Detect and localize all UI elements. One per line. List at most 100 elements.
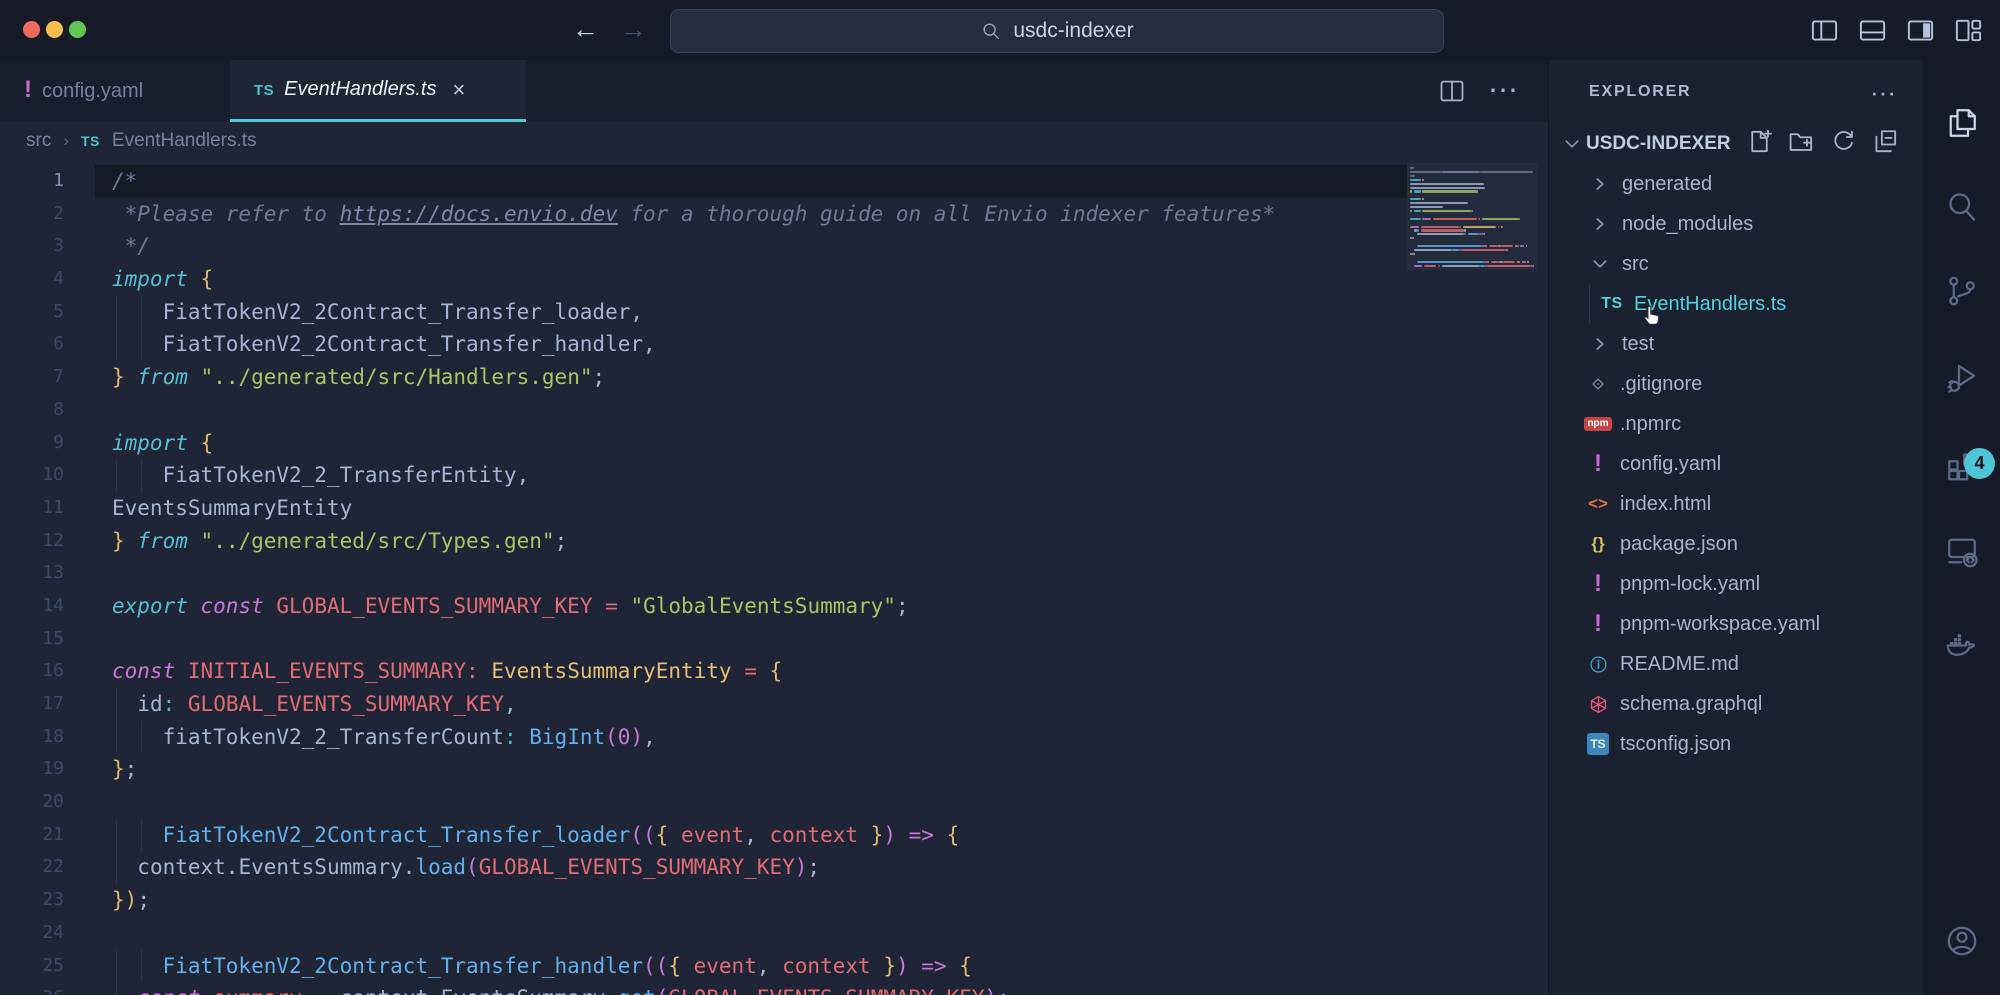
line-number: 24: [0, 917, 64, 950]
refresh-icon[interactable]: [1829, 127, 1858, 162]
activity-run-debug-icon[interactable]: [1923, 360, 2000, 406]
minimize-button[interactable]: [46, 21, 63, 38]
line-number: 14: [0, 590, 64, 623]
close-tab-icon[interactable]: ×: [452, 77, 465, 103]
line-number: 25: [0, 950, 64, 983]
minimap[interactable]: [1407, 163, 1537, 270]
sidebar-item-label: schema.graphql: [1620, 693, 1762, 716]
activity-source-control-icon[interactable]: [1923, 273, 2000, 319]
forward-arrow-icon[interactable]: →: [620, 14, 647, 44]
code-line-11: 11 EventsSummaryEntity: [0, 492, 1548, 525]
code-line-14: 14 export const GLOBAL_EVENTS_SUMMARY_KE…: [0, 590, 1548, 623]
tab-label: EventHandlers.ts: [284, 78, 436, 101]
git-file-icon: [1585, 374, 1611, 394]
explorer-more-actions-icon[interactable]: ···: [1870, 87, 1896, 97]
sidebar-item-pnpm-workspace.yaml[interactable]: ! pnpm-workspace.yaml: [1549, 604, 1924, 644]
sidebar-item-label: index.html: [1620, 493, 1711, 516]
line-number: 20: [0, 786, 64, 819]
activity-bar: 4: [1923, 60, 2000, 995]
sidebar-item-label: test: [1622, 333, 1654, 356]
line-number: 2: [0, 198, 64, 231]
markdown-info-icon: [1585, 654, 1611, 675]
back-arrow-icon[interactable]: ←: [572, 14, 599, 44]
tab-EventHandlers.ts[interactable]: TS EventHandlers.ts ×: [230, 60, 526, 122]
line-number: 5: [0, 296, 64, 329]
layout-sidebar-left-icon[interactable]: [1809, 15, 1840, 51]
sidebar-item-label: pnpm-workspace.yaml: [1620, 613, 1820, 636]
yaml-warning-file-icon: !: [24, 80, 32, 103]
chevron-right-icon: [1587, 175, 1613, 193]
code-line-24: 24: [0, 917, 1548, 950]
new-file-icon[interactable]: [1745, 127, 1774, 162]
yaml-file-icon: !: [1585, 454, 1611, 474]
code-line-23: 23 });: [0, 884, 1548, 917]
command-center-search[interactable]: usdc-indexer: [670, 9, 1444, 53]
split-editor-icon[interactable]: [1438, 77, 1466, 105]
code-line-3: 3 */: [0, 230, 1548, 263]
sidebar-item-node_modules[interactable]: node_modules: [1549, 204, 1924, 244]
code-line-15: 15: [0, 623, 1548, 656]
code-line-18: 18 fiatTokenV2_2_TransferCount: BigInt(0…: [0, 721, 1548, 754]
code-line-12: 12 } from "../generated/src/Types.gen";: [0, 525, 1548, 558]
code-editor[interactable]: 1 /* 2 *Please refer to https://docs.env…: [0, 160, 1548, 995]
sidebar-item-index.html[interactable]: <> index.html: [1549, 484, 1924, 524]
new-folder-icon[interactable]: [1787, 127, 1816, 162]
sidebar-item-config.yaml[interactable]: ! config.yaml: [1549, 444, 1924, 484]
search-value: usdc-indexer: [1013, 19, 1133, 43]
tab-config.yaml[interactable]: ! config.yaml: [0, 60, 212, 122]
code-line-1: 1 /*: [0, 165, 1548, 198]
html-file-icon: <>: [1585, 494, 1611, 514]
line-number: 9: [0, 427, 64, 460]
tab-label: config.yaml: [42, 80, 143, 103]
sidebar-item-.npmrc[interactable]: npm .npmrc: [1549, 404, 1924, 444]
code-line-21: 21 FiatTokenV2_2Contract_Transfer_loader…: [0, 819, 1548, 852]
editor-region: ! config.yaml TS EventHandlers.ts × ⋯ sr…: [0, 60, 1548, 995]
sidebar-item-EventHandlers.ts[interactable]: TS EventHandlers.ts: [1549, 284, 1924, 324]
layout-panel-bottom-icon[interactable]: [1857, 15, 1888, 51]
explorer-sidebar: EXPLORER ··· USDC-INDEXER generated node…: [1548, 60, 1924, 995]
line-number: 15: [0, 623, 64, 656]
sidebar-item-label: config.yaml: [1620, 453, 1721, 476]
sidebar-item-.gitignore[interactable]: .gitignore: [1549, 364, 1924, 404]
zoom-button[interactable]: [69, 21, 86, 38]
breadcrumb-item-file[interactable]: EventHandlers.ts: [112, 130, 257, 152]
code-line-10: 10 FiatTokenV2_2_TransferEntity,: [0, 459, 1548, 492]
activity-docker-icon[interactable]: [1923, 627, 2000, 673]
activity-explorer-icon[interactable]: [1923, 105, 2000, 151]
sidebar-item-label: README.md: [1620, 653, 1739, 676]
close-button[interactable]: [23, 21, 40, 38]
sidebar-item-label: node_modules: [1622, 213, 1753, 236]
editor-more-actions-icon[interactable]: ⋯: [1488, 81, 1520, 101]
sidebar-item-package.json[interactable]: {} package.json: [1549, 524, 1924, 564]
line-number: 4: [0, 263, 64, 296]
search-icon: [980, 20, 1002, 42]
code-line-16: 16 const INITIAL_EVENTS_SUMMARY: EventsS…: [0, 655, 1548, 688]
layout-sidebar-right-icon[interactable]: [1905, 15, 1936, 51]
line-number: 18: [0, 721, 64, 754]
extensions-badge: 4: [1964, 448, 1995, 479]
collapse-all-icon[interactable]: [1871, 127, 1900, 162]
sidebar-item-src[interactable]: src: [1549, 244, 1924, 284]
sidebar-item-test[interactable]: test: [1549, 324, 1924, 364]
sidebar-item-README.md[interactable]: README.md: [1549, 644, 1924, 684]
line-number: 1: [0, 165, 64, 198]
code-line-7: 7 } from "../generated/src/Handlers.gen"…: [0, 361, 1548, 394]
breadcrumb-item-src[interactable]: src: [26, 130, 51, 152]
json-file-icon: {}: [1585, 534, 1611, 554]
typescript-file-icon: TS: [1599, 295, 1625, 313]
sidebar-item-label: .gitignore: [1620, 373, 1702, 396]
activity-remote-icon[interactable]: [1923, 533, 2000, 579]
typescript-file-icon: TS: [81, 133, 100, 149]
code-line-22: 22 context.EventsSummary.load(GLOBAL_EVE…: [0, 851, 1548, 884]
breadcrumb: src › TS EventHandlers.ts: [0, 122, 1548, 160]
sidebar-item-root[interactable]: USDC-INDEXER: [1549, 124, 1924, 164]
sidebar-item-pnpm-lock.yaml[interactable]: ! pnpm-lock.yaml: [1549, 564, 1924, 604]
activity-account-icon[interactable]: [1923, 923, 2000, 969]
activity-search-icon[interactable]: [1923, 188, 2000, 234]
sidebar-item-schema.graphql[interactable]: schema.graphql: [1549, 684, 1924, 724]
layout-customize-icon[interactable]: [1953, 15, 1984, 51]
sidebar-item-generated[interactable]: generated: [1549, 164, 1924, 204]
sidebar-item-tsconfig.json[interactable]: TS tsconfig.json: [1549, 724, 1924, 764]
line-number: 11: [0, 492, 64, 525]
mouse-cursor: [1636, 300, 1666, 330]
